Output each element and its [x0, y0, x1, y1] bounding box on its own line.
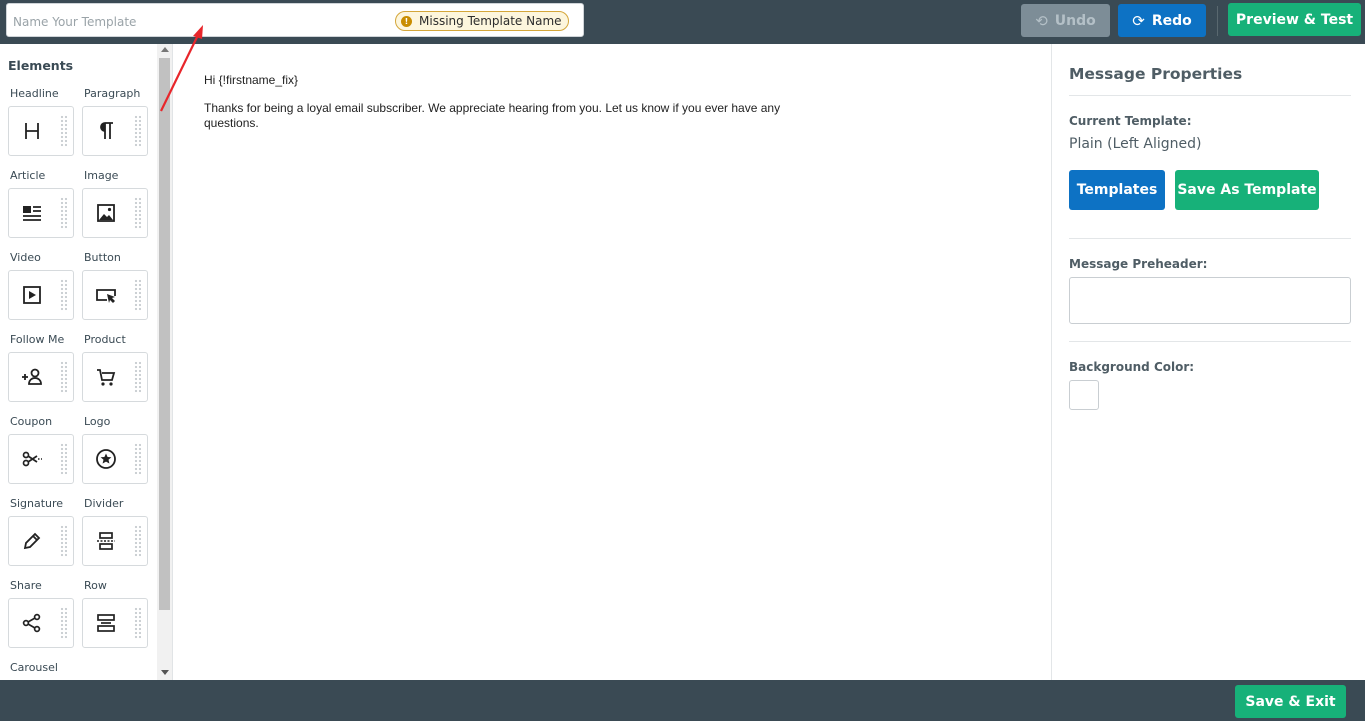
element-label-divider: Divider: [84, 497, 124, 510]
properties-title: Message Properties: [1069, 65, 1243, 83]
divider: [1069, 95, 1351, 96]
redo-button[interactable]: ⟳ Redo: [1118, 4, 1206, 37]
missing-name-badge: ! Missing Template Name: [395, 11, 569, 31]
share-icon: [20, 611, 44, 635]
drag-handle[interactable]: [134, 279, 141, 311]
element-coupon[interactable]: [8, 434, 74, 484]
message-properties-panel: Message Properties Current Template: Pla…: [1051, 44, 1365, 680]
undo-icon: ⟲: [1035, 11, 1048, 30]
element-share[interactable]: [8, 598, 74, 648]
drag-handle[interactable]: [134, 607, 141, 639]
sidebar-scrollbar[interactable]: [157, 44, 172, 680]
element-row[interactable]: [82, 598, 148, 648]
message-preheader-input[interactable]: [1069, 277, 1351, 324]
scroll-thumb[interactable]: [159, 58, 170, 610]
element-headline[interactable]: [8, 106, 74, 156]
current-template-label: Current Template:: [1069, 114, 1192, 128]
drag-handle[interactable]: [60, 197, 67, 229]
redo-icon: ⟳: [1132, 11, 1145, 30]
element-video[interactable]: [8, 270, 74, 320]
divider: [1069, 238, 1351, 239]
article-icon: [20, 201, 44, 225]
drag-handle[interactable]: [134, 197, 141, 229]
divider-icon: [94, 529, 118, 553]
element-label-follow-me: Follow Me: [10, 333, 65, 346]
warning-icon: !: [401, 15, 412, 27]
element-follow-me[interactable]: [8, 352, 74, 402]
drag-handle[interactable]: [60, 525, 67, 557]
background-color-swatch[interactable]: [1069, 380, 1099, 410]
drag-handle[interactable]: [60, 443, 67, 475]
redo-label: Redo: [1151, 12, 1192, 29]
divider: [1069, 341, 1351, 342]
element-label-coupon: Coupon: [10, 415, 53, 428]
scissors-icon: [20, 447, 44, 471]
email-greeting[interactable]: Hi {!firstname_fix}: [204, 73, 804, 88]
element-logo[interactable]: [82, 434, 148, 484]
drag-handle[interactable]: [134, 525, 141, 557]
element-label-button: Button: [84, 251, 121, 264]
element-label-share: Share: [10, 579, 42, 592]
pen-icon: [20, 529, 44, 553]
drag-handle[interactable]: [134, 115, 141, 147]
element-label-image: Image: [84, 169, 119, 182]
element-paragraph[interactable]: [82, 106, 148, 156]
background-color-label: Background Color:: [1069, 360, 1195, 374]
element-image[interactable]: [82, 188, 148, 238]
shopping-cart-icon: [94, 365, 118, 389]
elements-sidebar: Elements Headline Paragraph Article Imag…: [0, 44, 173, 680]
logo-star-icon: [94, 447, 118, 471]
element-product[interactable]: [82, 352, 148, 402]
current-template-value: Plain (Left Aligned): [1069, 136, 1202, 152]
element-label-row: Row: [84, 579, 107, 592]
scroll-down-arrow-icon[interactable]: [161, 670, 169, 675]
preview-test-label: Preview & Test: [1235, 11, 1354, 28]
email-canvas[interactable]: Hi {!firstname_fix} Thanks for being a l…: [174, 44, 1051, 680]
video-icon: [20, 283, 44, 307]
undo-button[interactable]: ⟲ Undo: [1021, 4, 1110, 37]
button-icon: [94, 283, 118, 307]
image-icon: [94, 201, 118, 225]
row-icon: [94, 611, 118, 635]
follow-me-icon: [20, 365, 44, 389]
element-label-logo: Logo: [84, 415, 111, 428]
drag-handle[interactable]: [134, 361, 141, 393]
drag-handle[interactable]: [60, 115, 67, 147]
templates-button[interactable]: Templates: [1069, 170, 1165, 210]
paragraph-icon: [94, 119, 118, 143]
undo-label: Undo: [1054, 12, 1096, 29]
missing-name-text: Missing Template Name: [419, 14, 562, 28]
element-label-signature: Signature: [10, 497, 64, 510]
element-label-article: Article: [10, 169, 46, 182]
save-as-template-button[interactable]: Save As Template: [1175, 170, 1319, 210]
save-exit-button[interactable]: Save & Exit: [1235, 685, 1346, 718]
element-label-carousel: Carousel: [10, 661, 58, 674]
element-article[interactable]: [8, 188, 74, 238]
drag-handle[interactable]: [60, 607, 67, 639]
element-signature[interactable]: [8, 516, 74, 566]
bottom-bar: Save & Exit: [0, 680, 1365, 721]
element-label-product: Product: [84, 333, 126, 346]
element-label-headline: Headline: [10, 87, 59, 100]
element-label-paragraph: Paragraph: [84, 87, 141, 100]
message-preheader-label: Message Preheader:: [1069, 257, 1208, 271]
drag-handle[interactable]: [134, 443, 141, 475]
drag-handle[interactable]: [60, 279, 67, 311]
template-name-field[interactable]: ! Missing Template Name: [6, 3, 584, 37]
headline-icon: [20, 119, 44, 143]
email-body-text[interactable]: Thanks for being a loyal email subscribe…: [204, 101, 804, 131]
drag-handle[interactable]: [60, 361, 67, 393]
element-button[interactable]: [82, 270, 148, 320]
toolbar-divider: [1217, 6, 1218, 36]
element-label-video: Video: [10, 251, 41, 264]
elements-title: Elements: [8, 58, 74, 73]
annotation-arrow-icon: [160, 25, 203, 112]
preview-test-button[interactable]: Preview & Test: [1228, 3, 1361, 36]
element-divider[interactable]: [82, 516, 148, 566]
